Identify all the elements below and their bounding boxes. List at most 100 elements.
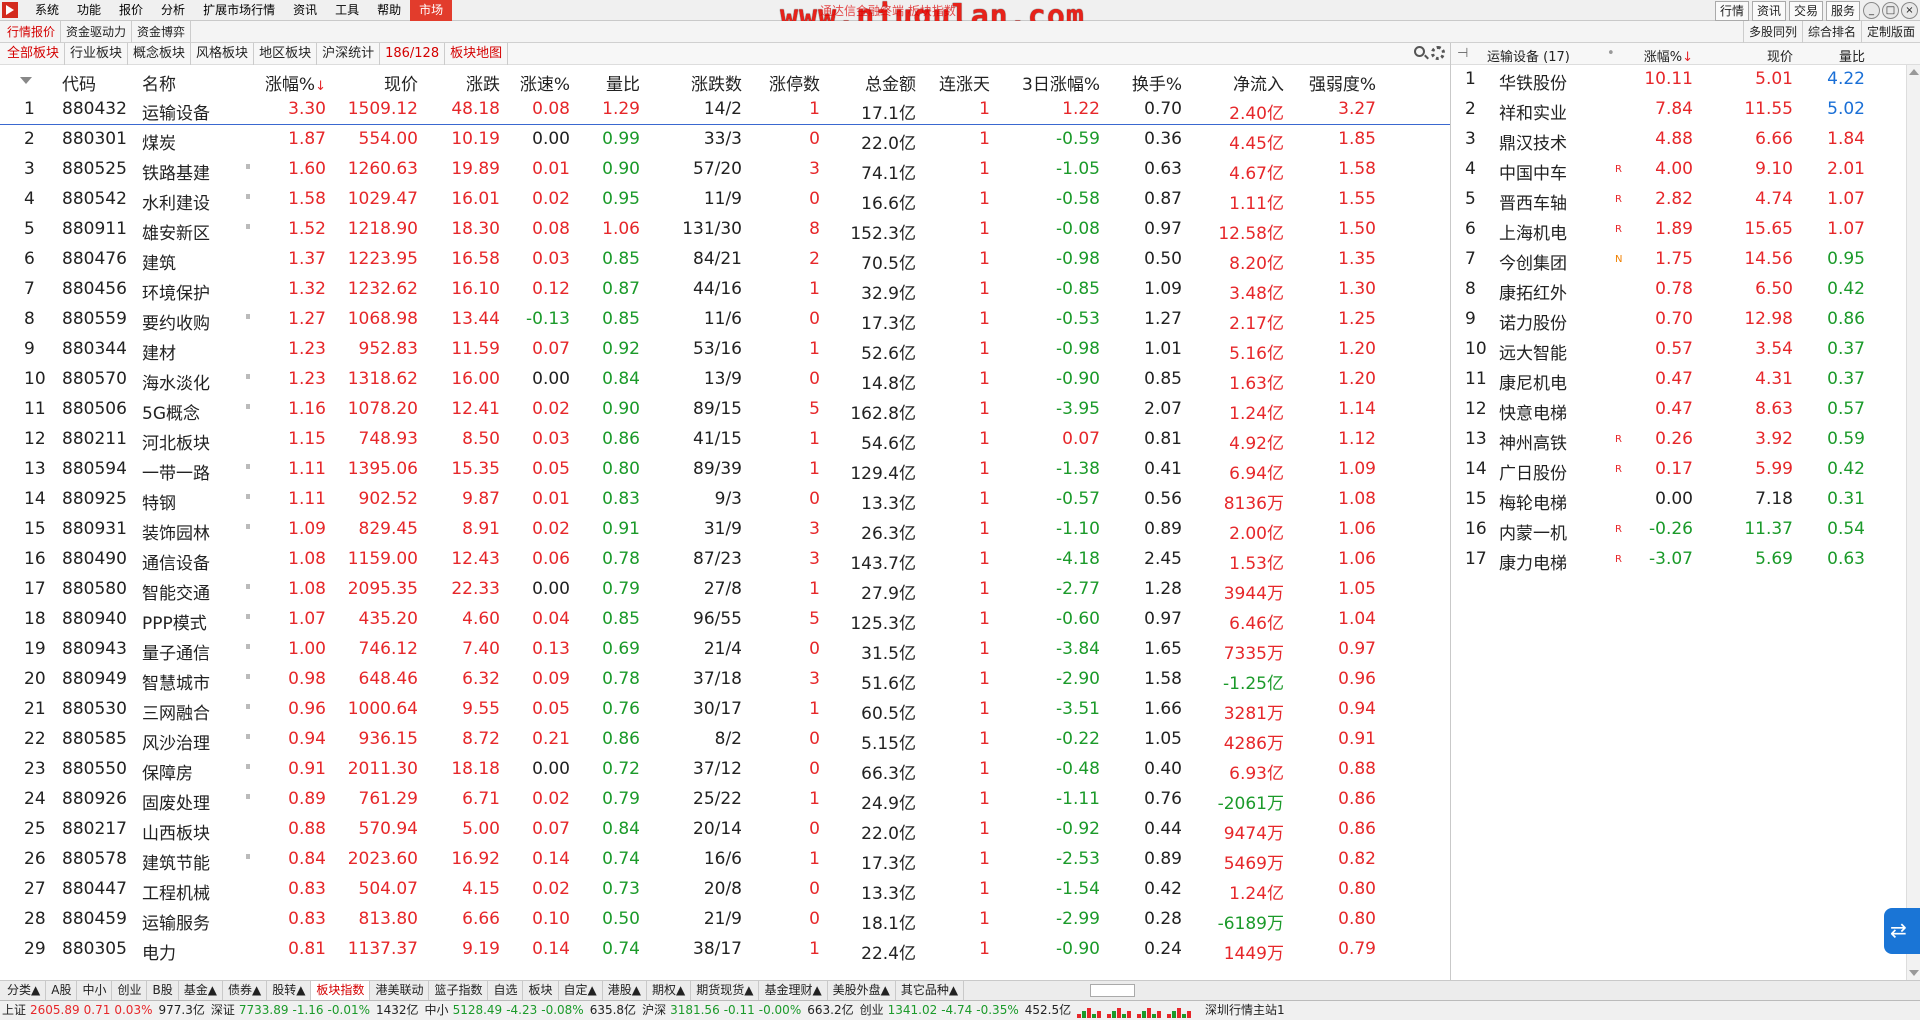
column-header-4[interactable]: 涨跌	[466, 70, 500, 95]
table-row[interactable]: 16 880490 通信设备 1.08 1159.00 12.43 0.06 0.78 87/2…	[0, 545, 1450, 575]
constituent-row[interactable]: 1 华铁股份 10.11 5.01 4.22	[1451, 65, 1891, 95]
layout-option-1[interactable]: 综合排名	[1801, 21, 1861, 43]
sector-tab-5[interactable]: 沪深统计	[317, 43, 381, 65]
layout-option-0[interactable]: 多股同列	[1742, 21, 1802, 43]
table-row[interactable]: 8 880559 要约收购 1.27 1068.98 13.44 -0.13 0.85 11/6…	[0, 305, 1450, 335]
column-header-10[interactable]: 连涨天	[939, 70, 990, 95]
table-row[interactable]: 25 880217 山西板块 0.88 570.94 5.00 0.07 0.84 20/14 0…	[0, 815, 1450, 845]
sector-tab-2[interactable]: 概念板块	[128, 43, 192, 65]
column-header-2[interactable]: 涨幅%↓	[265, 70, 326, 95]
table-row[interactable]: 3 880525 铁路基建 1.60 1260.63 19.89 0.01 0.90 57/20…	[0, 155, 1450, 185]
constituent-row[interactable]: 17 康力电梯 R -3.07 5.69 0.63	[1451, 545, 1891, 575]
sector-tab-1[interactable]: 行业板块	[65, 43, 129, 65]
table-row[interactable]: 6 880476 建筑 1.37 1223.95 16.58 0.03 0.85 84/21 2 7…	[0, 245, 1450, 275]
constituent-row[interactable]: 2 祥和实业 7.84 11.55 5.02	[1451, 95, 1891, 125]
menu-item-7[interactable]: 帮助	[368, 0, 410, 21]
remote-assist-icon[interactable]	[1884, 908, 1920, 954]
column-header-7[interactable]: 涨跌数	[691, 70, 742, 95]
constituent-row[interactable]: 3 鼎汉技术 4.88 6.66 1.84	[1451, 125, 1891, 155]
layout-option-2[interactable]: 定制版面	[1860, 21, 1920, 43]
table-row[interactable]: 22 880585 风沙治理 0.94 936.15 8.72 0.21 0.86 8/2 0 5.…	[0, 725, 1450, 755]
constituent-row[interactable]: 5 晋西车轴 R 2.82 4.74 1.07	[1451, 185, 1891, 215]
index-4[interactable]: 创业 1341.02 -4.74 -0.35% 452.5亿	[860, 1001, 1072, 1020]
table-row[interactable]: 24 880926 固废处理 0.89 761.29 6.71 0.02 0.79 25/22 1…	[0, 785, 1450, 815]
top-button-0[interactable]: 行情	[1714, 1, 1749, 21]
sort-dropdown-icon[interactable]	[20, 77, 32, 84]
index-2[interactable]: 中小 5128.49 -4.23 -0.08% 635.8亿	[425, 1001, 637, 1020]
top-button-1[interactable]: 资讯	[1751, 1, 1786, 21]
bottom-tab-12[interactable]: 板块	[523, 981, 559, 1000]
table-row[interactable]: 10 880570 海水淡化 1.23 1318.62 16.00 0.00 0.84 13/9…	[0, 365, 1450, 395]
bottom-tab-15[interactable]: 期权▲	[647, 981, 692, 1000]
pin-icon[interactable]: ⊣	[1457, 46, 1468, 61]
bottom-tab-8[interactable]: 板块指数	[311, 981, 371, 1000]
column-header-0[interactable]: 代码	[62, 70, 96, 95]
bottom-tab-14[interactable]: 港股▲	[603, 981, 647, 1000]
menu-item-8[interactable]: 市场	[410, 0, 453, 21]
constituent-row[interactable]: 4 中国中车 R 4.00 9.10 2.01	[1451, 155, 1891, 185]
view-tab-0[interactable]: 行情报价	[2, 21, 62, 43]
column-header-1[interactable]: 名称	[142, 70, 176, 95]
sector-tab-4[interactable]: 地区板块	[254, 43, 318, 65]
close-icon[interactable]: ×	[1901, 2, 1918, 19]
constituent-row[interactable]: 8 康拓红外 0.78 6.50 0.42	[1451, 275, 1891, 305]
bottom-tab-7[interactable]: 股转▲	[267, 981, 312, 1000]
table-row[interactable]: 20 880949 智慧城市 0.98 648.46 6.32 0.09 0.78 37/18 3…	[0, 665, 1450, 695]
panel-column-header-2[interactable]: 量比	[1839, 46, 1865, 65]
bottom-tab-16[interactable]: 期货现货▲	[691, 981, 760, 1000]
menu-item-4[interactable]: 扩展市场行情	[194, 0, 284, 21]
bottom-tab-1[interactable]: A股	[46, 981, 78, 1000]
search-icon[interactable]	[1414, 46, 1425, 57]
index-3[interactable]: 沪深 3181.56 -0.11 -0.00% 663.2亿	[642, 1001, 854, 1020]
menu-item-3[interactable]: 分析	[152, 0, 194, 21]
menu-item-6[interactable]: 工具	[326, 0, 368, 21]
menu-item-0[interactable]: 系统	[26, 0, 68, 21]
table-row[interactable]: 29 880305 电力 0.81 1137.37 9.19 0.14 0.74 38/17 1 2…	[0, 935, 1450, 965]
scroll-down-icon[interactable]	[1909, 970, 1919, 976]
panel-column-header-0[interactable]: 涨幅%↓	[1644, 46, 1693, 65]
column-header-3[interactable]: 现价	[384, 70, 418, 95]
bottom-tab-4[interactable]: B股	[147, 981, 179, 1000]
index-0[interactable]: 上证 2605.89 0.71 0.03% 977.3亿	[2, 1001, 205, 1020]
constituent-row[interactable]: 10 远大智能 0.57 3.54 0.37	[1451, 335, 1891, 365]
sector-map-link[interactable]: 板块地图	[445, 43, 509, 65]
bottom-tab-2[interactable]: 中小	[77, 981, 113, 1000]
top-button-3[interactable]: 服务	[1825, 1, 1860, 21]
table-row[interactable]: 11 880506 5G概念 1.16 1078.20 12.41 0.02 0.90 89/1…	[0, 395, 1450, 425]
view-tab-1[interactable]: 资金驱动力	[61, 21, 133, 43]
bottom-tab-18[interactable]: 美股外盘▲	[828, 981, 896, 1000]
top-button-2[interactable]: 交易	[1788, 1, 1823, 21]
menu-item-5[interactable]: 资讯	[284, 0, 326, 21]
constituent-row[interactable]: 14 广日股份 R 0.17 5.99 0.42	[1451, 455, 1891, 485]
table-row[interactable]: 5 880911 雄安新区 1.52 1218.90 18.30 0.08 1.06 131/3…	[0, 215, 1450, 245]
table-row[interactable]: 26 880578 建筑节能 0.84 2023.60 16.92 0.14 0.74 16/6…	[0, 845, 1450, 875]
table-row[interactable]: 15 880931 装饰园林 1.09 829.45 8.91 0.02 0.91 31/9 3 2…	[0, 515, 1450, 545]
bottom-tab-13[interactable]: 自定▲	[559, 981, 603, 1000]
vertical-scrollbar[interactable]	[1906, 65, 1920, 980]
minimize-icon[interactable]: _	[1863, 2, 1880, 19]
panel-column-header-1[interactable]: 现价	[1767, 46, 1793, 65]
column-header-9[interactable]: 总金额	[865, 70, 916, 95]
scroll-up-icon[interactable]	[1909, 69, 1919, 75]
bottom-tab-10[interactable]: 篮子指数	[429, 981, 489, 1000]
bottom-tab-5[interactable]: 基金▲	[179, 981, 223, 1000]
constituent-row[interactable]: 7 今创集团 N 1.75 14.56 0.95	[1451, 245, 1891, 275]
constituent-row[interactable]: 9 诺力股份 0.70 12.98 0.86	[1451, 305, 1891, 335]
column-header-12[interactable]: 换手%	[1132, 70, 1182, 95]
bottom-tab-6[interactable]: 债券▲	[223, 981, 268, 1000]
menu-item-1[interactable]: 功能	[68, 0, 110, 21]
table-row[interactable]: 4 880542 水利建设 1.58 1029.47 16.01 0.02 0.95 11/9 0…	[0, 185, 1450, 215]
constituent-row[interactable]: 13 神州高铁 R 0.26 3.92 0.59	[1451, 425, 1891, 455]
column-header-13[interactable]: 净流入	[1233, 70, 1284, 95]
bottom-tab-17[interactable]: 基金理财▲	[759, 981, 828, 1000]
bottom-tab-9[interactable]: 港美联动	[370, 981, 430, 1000]
table-row[interactable]: 21 880530 三网融合 0.96 1000.64 9.55 0.05 0.76 30/17…	[0, 695, 1450, 725]
column-header-6[interactable]: 量比	[606, 70, 640, 95]
column-header-14[interactable]: 强弱度%	[1309, 70, 1376, 95]
constituent-row[interactable]: 11 康尼机电 0.47 4.31 0.37	[1451, 365, 1891, 395]
column-header-8[interactable]: 涨停数	[769, 70, 820, 95]
column-header-5[interactable]: 涨速%	[520, 70, 570, 95]
constituent-row[interactable]: 16 内蒙一机 R -0.26 11.37 0.54	[1451, 515, 1891, 545]
table-row[interactable]: 9 880344 建材 1.23 952.83 11.59 0.07 0.92 53/16 1 52…	[0, 335, 1450, 365]
constituent-row[interactable]: 15 梅轮电梯 0.00 7.18 0.31	[1451, 485, 1891, 515]
